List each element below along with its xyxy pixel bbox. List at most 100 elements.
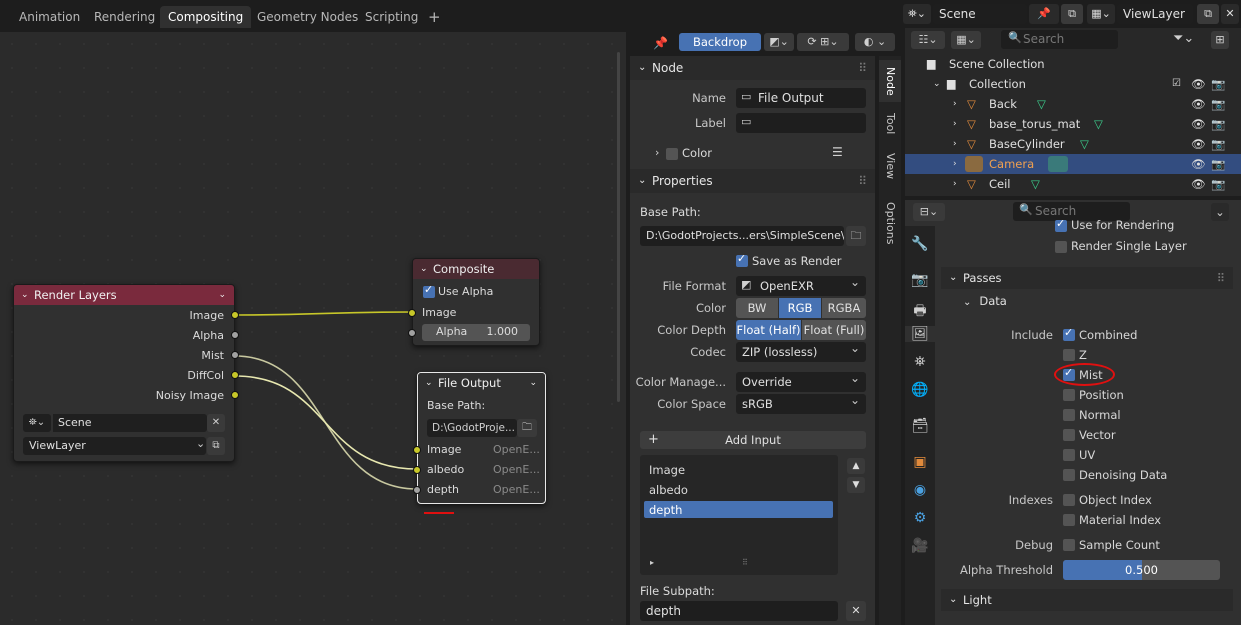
properties-panel-header[interactable]: ⌄ Properties ⠿ bbox=[630, 169, 875, 193]
outliner-row-basecylinder[interactable]: › ▽ BaseCylinder ▽ 👁 📷 bbox=[905, 134, 1241, 154]
composite-header[interactable]: ⌄ Composite bbox=[413, 259, 539, 279]
camera-data-icon[interactable] bbox=[1048, 156, 1068, 172]
file-output-node[interactable]: ⌄ File Output ⌄ Base Path: D:\GodotProje… bbox=[413, 372, 546, 504]
use-alpha-checkbox[interactable] bbox=[423, 283, 435, 298]
albedo-input-socket[interactable] bbox=[413, 466, 421, 474]
remove-input-icon[interactable]: ✕ bbox=[846, 601, 866, 621]
vector-checkbox[interactable] bbox=[1063, 429, 1075, 441]
object-icon[interactable]: ▣ bbox=[905, 454, 935, 470]
scene-icon[interactable]: ⛯⌄ bbox=[903, 4, 931, 24]
denoising-data-checkbox[interactable] bbox=[1063, 469, 1075, 481]
viewlayer-dropdown[interactable]: ViewLayer bbox=[23, 437, 206, 455]
new-collection-icon[interactable]: ⊞ bbox=[1211, 31, 1229, 49]
add-workspace-button[interactable]: + bbox=[420, 6, 449, 28]
channels-icon[interactable]: ◩⌄ bbox=[764, 33, 794, 51]
tab-rendering[interactable]: Rendering bbox=[86, 6, 163, 28]
composite-alpha-socket[interactable] bbox=[408, 329, 416, 337]
list-item[interactable]: albedo bbox=[649, 483, 688, 497]
new-viewlayer-icon[interactable]: ⧉ bbox=[1197, 4, 1219, 24]
node-editor[interactable]: 📌 Backdrop ◩⌄ ⟳ ⊞⌄ ◐ ⌄ ⌄ Render Layers ⌄… bbox=[0, 32, 895, 625]
expand-chevron-icon[interactable]: › bbox=[953, 134, 957, 154]
data-subpanel-header[interactable]: ⌄ Data bbox=[963, 294, 1007, 308]
collapse-chevron-icon[interactable]: ⌄ bbox=[21, 285, 29, 305]
mesh-data-icon[interactable]: ▽ bbox=[1094, 114, 1103, 134]
noisy-image-output-socket[interactable] bbox=[231, 391, 239, 399]
color-checkbox[interactable] bbox=[666, 148, 678, 160]
diffcol-output-socket[interactable] bbox=[231, 371, 239, 379]
file-format-dropdown[interactable]: OpenEXR bbox=[736, 272, 866, 296]
tab-compositing[interactable]: Compositing bbox=[160, 6, 252, 28]
list-resize-handle[interactable]: ⠿ bbox=[742, 558, 748, 567]
folder-icon[interactable]: 🗀 bbox=[846, 226, 866, 246]
tab-options[interactable]: Options bbox=[879, 196, 901, 250]
camera-data-icon[interactable]: 🎥 bbox=[905, 538, 935, 554]
list-icon[interactable]: ☰ bbox=[832, 145, 843, 159]
tool-icon[interactable]: 🔧 bbox=[905, 236, 935, 252]
render-camera-icon[interactable]: 📷 bbox=[1211, 174, 1225, 194]
exclude-checkbox-icon[interactable]: ☑ bbox=[1172, 74, 1181, 94]
render-camera-icon[interactable]: 📷 bbox=[1211, 134, 1225, 154]
list-expand-icon[interactable]: ▸ bbox=[650, 558, 654, 567]
composite-image-socket[interactable] bbox=[408, 309, 416, 317]
mesh-data-icon[interactable]: ▽ bbox=[1031, 174, 1040, 194]
editor-type-icon[interactable]: ⊟⌄ bbox=[913, 203, 945, 221]
codec-dropdown[interactable]: ZIP (lossless) bbox=[736, 338, 866, 362]
visibility-eye-icon[interactable]: 👁 bbox=[1191, 134, 1206, 154]
editor-scrollbar[interactable] bbox=[617, 52, 620, 402]
passes-panel-header[interactable]: ⌄ Passes ⠿ bbox=[941, 267, 1233, 289]
move-down-button[interactable]: ▼ bbox=[847, 477, 865, 493]
preview-toggle-icon[interactable]: ⌄ bbox=[529, 373, 537, 393]
alpha-threshold-slider[interactable]: 0.500 bbox=[1063, 560, 1220, 580]
remove-viewlayer-icon[interactable]: ✕ bbox=[1221, 4, 1239, 24]
collapse-chevron-icon[interactable]: ⌄ bbox=[425, 373, 433, 393]
image-input-socket[interactable] bbox=[413, 446, 421, 454]
inputs-list[interactable]: Image albedo depth ▸ ⠿ bbox=[640, 455, 838, 575]
tab-node[interactable]: Node bbox=[879, 60, 901, 102]
outliner-row-base-torus-mat[interactable]: › ▽ base_torus_mat ▽ 👁 📷 bbox=[905, 114, 1241, 134]
render-camera-icon[interactable]: 📷 bbox=[1211, 114, 1225, 134]
collapse-chevron-icon[interactable]: ⌄ bbox=[420, 259, 428, 279]
render-layer-icon[interactable]: ⧉ bbox=[207, 437, 225, 455]
outliner-row-scene-collection[interactable]: ▆ Scene Collection bbox=[905, 54, 1241, 74]
color-chevron-icon[interactable]: › bbox=[655, 146, 659, 159]
alpha-output-socket[interactable] bbox=[231, 331, 239, 339]
expand-chevron-icon[interactable]: › bbox=[953, 174, 957, 194]
visibility-eye-icon[interactable]: 👁 bbox=[1191, 94, 1206, 114]
mesh-data-icon[interactable]: ▽ bbox=[1080, 134, 1089, 154]
world-icon[interactable]: 🌐 bbox=[905, 382, 935, 398]
visibility-eye-icon[interactable]: 👁 bbox=[1191, 74, 1206, 94]
outliner-row-ceil[interactable]: › ▽ Ceil ▽ 👁 📷 bbox=[905, 174, 1241, 194]
snap-icon[interactable]: ⟳ ⊞⌄ bbox=[797, 33, 849, 51]
render-layers-node[interactable]: ⌄ Render Layers ⌄ Image Alpha Mist DiffC… bbox=[13, 284, 239, 462]
drag-handle-icon[interactable]: ⠿ bbox=[1217, 267, 1225, 289]
scene-field[interactable]: Scene bbox=[53, 414, 207, 432]
render-camera-icon[interactable]: 📷 bbox=[1211, 94, 1225, 114]
node-label-field[interactable] bbox=[736, 113, 866, 133]
color-rgba-button[interactable]: RGBA bbox=[822, 298, 866, 318]
use-for-rendering-checkbox[interactable] bbox=[1055, 217, 1067, 232]
physics-icon[interactable]: ◉ bbox=[905, 482, 935, 498]
preview-toggle-icon[interactable]: ⌄ bbox=[218, 285, 226, 305]
tab-tool[interactable]: Tool bbox=[879, 106, 901, 142]
render-camera-icon[interactable]: 📷 bbox=[1211, 74, 1225, 94]
scene-name-field[interactable]: Scene bbox=[933, 4, 1027, 24]
view-layer-icon[interactable]: 🖼 bbox=[905, 326, 935, 342]
pin-editor-icon[interactable]: 📌 bbox=[653, 36, 668, 50]
light-subpanel-header[interactable]: ⌄ Light bbox=[941, 589, 1233, 611]
color-bw-button[interactable]: BW bbox=[736, 298, 778, 318]
render-camera-icon[interactable]: 📷 bbox=[1211, 154, 1225, 174]
backdrop-button[interactable]: Backdrop bbox=[679, 33, 761, 51]
tab-geometry-nodes[interactable]: Geometry Nodes bbox=[249, 6, 366, 28]
list-item[interactable]: depth bbox=[649, 503, 682, 517]
clear-scene-icon[interactable]: ✕ bbox=[207, 414, 225, 432]
float-full-button[interactable]: Float (Full) bbox=[802, 320, 866, 340]
expand-chevron-icon[interactable]: › bbox=[953, 94, 957, 114]
add-input-button[interactable]: + Add Input bbox=[640, 431, 866, 449]
z-checkbox[interactable] bbox=[1063, 349, 1075, 361]
options-chevron-icon[interactable]: ⌄ bbox=[1211, 203, 1229, 221]
sample-count-checkbox[interactable] bbox=[1063, 539, 1075, 551]
viewlayer-name-field[interactable]: ViewLayer bbox=[1117, 4, 1193, 24]
move-up-button[interactable]: ▲ bbox=[847, 458, 865, 474]
outliner-row-back[interactable]: › ▽ Back ▽ 👁 📷 bbox=[905, 94, 1241, 114]
expand-chevron-icon[interactable]: ⌄ bbox=[933, 74, 941, 94]
